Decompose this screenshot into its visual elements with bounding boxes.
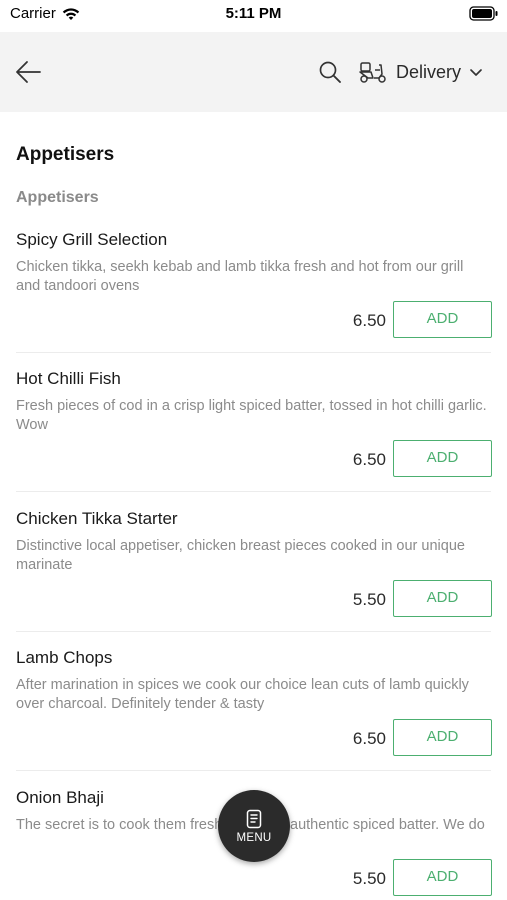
wifi-icon bbox=[62, 7, 80, 20]
add-button[interactable]: ADD bbox=[393, 719, 492, 756]
back-button[interactable] bbox=[14, 58, 44, 86]
item-description: After marination in spices we cook our c… bbox=[16, 677, 469, 712]
menu-label: MENU bbox=[236, 831, 272, 844]
delivery-mode-selector[interactable]: Delivery bbox=[358, 58, 483, 86]
battery-icon bbox=[469, 6, 499, 25]
menu-item: Hot Chilli Fish Fresh pieces of cod in a… bbox=[0, 369, 507, 508]
app-screen: Carrier 5:11 PM Delivery Appetisers Appe… bbox=[0, 0, 507, 900]
arrow-left-icon bbox=[16, 61, 41, 83]
item-description: Distinctive local appetiser, chicken bre… bbox=[16, 538, 465, 573]
section-title: Appetisers bbox=[16, 144, 115, 165]
carrier-label: Carrier bbox=[10, 5, 56, 22]
menu-item: Spicy Grill Selection Chicken tikka, see… bbox=[0, 230, 507, 369]
subsection-title: Appetisers bbox=[16, 189, 99, 206]
add-button[interactable]: ADD bbox=[393, 580, 492, 617]
item-price: 6.50 bbox=[352, 450, 386, 469]
delivery-label: Delivery bbox=[396, 61, 462, 82]
divider bbox=[16, 491, 491, 492]
search-icon bbox=[319, 61, 341, 83]
item-name: Spicy Grill Selection bbox=[16, 230, 168, 249]
item-name: Hot Chilli Fish bbox=[16, 369, 121, 388]
menu-item: Lamb Chops After marination in spices we… bbox=[0, 648, 507, 787]
item-name: Chicken Tikka Starter bbox=[16, 509, 178, 528]
divider bbox=[16, 352, 491, 353]
search-button[interactable] bbox=[318, 60, 342, 84]
item-price: 5.50 bbox=[352, 590, 386, 609]
add-button[interactable]: ADD bbox=[393, 301, 492, 338]
divider bbox=[16, 631, 491, 632]
divider bbox=[16, 770, 491, 771]
top-navigation-bar: Delivery bbox=[0, 32, 507, 112]
item-name: Lamb Chops bbox=[16, 648, 113, 667]
chevron-down-icon bbox=[470, 69, 482, 76]
item-description: Chicken tikka, seekh kebab and lamb tikk… bbox=[16, 259, 464, 294]
item-description: Fresh pieces of cod in a crisp light spi… bbox=[16, 398, 487, 433]
carrier-info: Carrier bbox=[10, 5, 80, 22]
menu-card-icon bbox=[246, 809, 262, 828]
item-price: 6.50 bbox=[352, 311, 386, 330]
add-button[interactable]: ADD bbox=[393, 440, 492, 477]
menu-item: Chicken Tikka Starter Distinctive local … bbox=[0, 509, 507, 648]
item-price: 5.50 bbox=[352, 869, 386, 888]
delivery-scooter-icon bbox=[359, 62, 386, 83]
item-name: Onion Bhaji bbox=[16, 788, 104, 807]
item-price: 6.50 bbox=[352, 729, 386, 748]
add-button[interactable]: ADD bbox=[393, 859, 492, 896]
status-bar: Carrier 5:11 PM bbox=[0, 0, 507, 32]
menu-button[interactable]: MENU bbox=[218, 790, 290, 862]
